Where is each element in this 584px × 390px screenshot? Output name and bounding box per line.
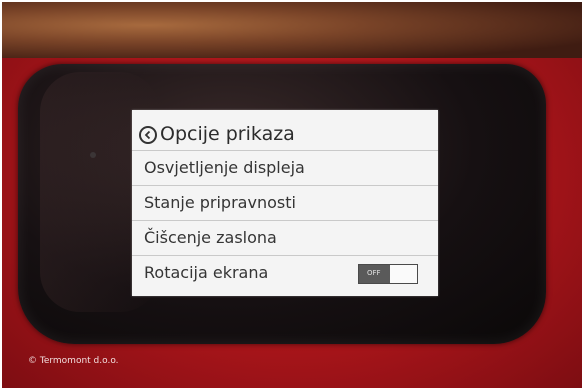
photo-frame: Opcije prikaza Osvjetljenje displeja Sta… [2, 2, 582, 388]
menu-item-stanje[interactable]: Stanje pripravnosti [132, 185, 438, 220]
menu-item-ciscenje[interactable]: Čišcenje zaslona [132, 220, 438, 255]
menu-item-label: Osvjetljenje displeja [144, 158, 305, 177]
menu-item-label: Stanje pripravnosti [144, 193, 296, 212]
menu-item-label: Rotacija ekrana [144, 263, 269, 282]
sensor-dot [90, 152, 96, 158]
menu-item-label: Čišcenje zaslona [144, 228, 277, 247]
copyright-watermark: © Termomont d.o.o. [28, 356, 119, 366]
rotation-toggle[interactable]: OFF [358, 264, 418, 284]
menu-item-osvjetljenje[interactable]: Osvjetljenje displeja [132, 150, 438, 185]
page-title: Opcije prikaza [160, 123, 295, 145]
toggle-state-text: OFF [367, 269, 381, 277]
back-arrow-circle-icon[interactable] [139, 126, 157, 144]
background-blur [2, 2, 582, 60]
display-screen: Opcije prikaza Osvjetljenje displeja Sta… [132, 110, 438, 296]
menu-item-rotacija[interactable]: Rotacija ekrana OFF [132, 255, 438, 290]
toggle-knob [390, 265, 417, 283]
screen-header: Opcije prikaza [132, 118, 438, 150]
